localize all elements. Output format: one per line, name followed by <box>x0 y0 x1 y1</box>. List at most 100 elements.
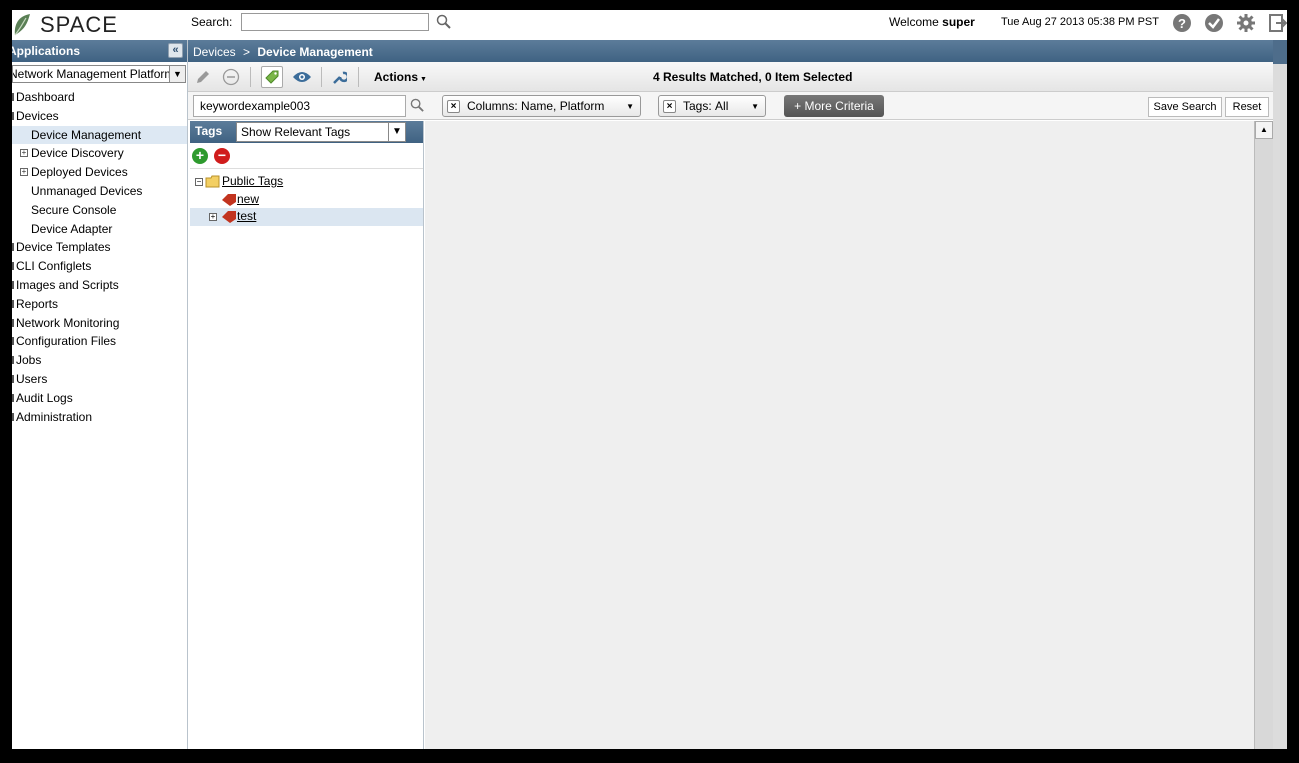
search-icon[interactable] <box>436 14 452 30</box>
sidebar-item-label: Unmanaged Devices <box>31 183 143 198</box>
columns-filter-label: Columns: <box>467 99 518 113</box>
sidebar-item-device-management[interactable]: Device Management <box>12 125 187 145</box>
sidebar-item-reports[interactable]: Reports <box>12 295 187 314</box>
chevron-down-icon: ▼ <box>420 76 427 83</box>
sidebar-item-label: Images and Scripts <box>16 277 119 292</box>
chevron-down-icon[interactable]: ▼ <box>751 102 759 111</box>
sidebar-item-secure-console[interactable]: Secure Console <box>12 201 187 220</box>
application-select-value: Network Management Platform <box>12 67 175 81</box>
tags-view-select[interactable]: Show Relevant Tags ▼ <box>236 122 406 142</box>
chevron-down-icon[interactable]: ▼ <box>169 66 185 82</box>
sidebar-item-label: Device Discovery <box>31 146 124 161</box>
tree-node-new[interactable]: new <box>190 191 423 209</box>
chevron-down-icon[interactable]: ▼ <box>388 123 405 141</box>
delete-icon[interactable] <box>220 66 242 88</box>
sidebar-item-label: Jobs <box>16 353 42 368</box>
columns-filter-pill[interactable]: × Columns: Name, Platform ▼ <box>442 95 641 117</box>
more-criteria-button[interactable]: + More Criteria <box>784 95 884 117</box>
sidebar-item-images-and-scripts[interactable]: Images and Scripts <box>12 276 187 295</box>
global-search-label: Search: <box>191 15 233 29</box>
toolbar: Actions ▼ 4 Results Matched, 0 Item Selec… <box>188 62 1273 92</box>
view-icon[interactable] <box>291 66 313 88</box>
results-content-area <box>425 121 1254 749</box>
sidebar-item-label: Reports <box>16 296 59 311</box>
sidebar-item-device-adapter[interactable]: Device Adapter <box>12 220 187 239</box>
sidebar-item-cli-configlets[interactable]: CLI Configlets <box>12 257 187 276</box>
folder-icon <box>205 175 220 188</box>
keyword-search-input[interactable] <box>193 95 406 117</box>
vertical-scrollbar[interactable]: ▲ <box>1254 121 1273 749</box>
app-name: SPACE <box>40 12 118 37</box>
sidebar-item-label: Device Adapter <box>31 221 113 236</box>
sidebar-item-label: Device Management <box>31 127 142 142</box>
right-side-panel-strip <box>1273 40 1287 749</box>
chevron-down-icon[interactable]: ▼ <box>626 102 634 111</box>
sidebar-item-label: Audit Logs <box>16 390 73 405</box>
username: super <box>942 15 975 29</box>
wrench-icon[interactable] <box>328 66 350 88</box>
sidebar-item-users[interactable]: Users <box>12 370 187 389</box>
gear-icon[interactable] <box>1236 13 1256 33</box>
leaf-logo-icon <box>14 14 30 36</box>
logout-icon[interactable] <box>1268 13 1287 33</box>
toolbar-separator <box>321 67 322 87</box>
tree-node-test[interactable]: + test <box>190 208 423 226</box>
sidebar-item-configuration-files[interactable]: Configuration Files <box>12 332 187 351</box>
tree-node-public-tags[interactable]: − Public Tags <box>190 173 423 191</box>
help-icon[interactable]: ? <box>1172 13 1192 33</box>
tags-panel: Tags Show Relevant Tags ▼ + − − Public T… <box>190 121 424 749</box>
breadcrumb-parent[interactable]: Devices <box>193 45 236 59</box>
sidebar-item-label: Deployed Devices <box>31 165 128 180</box>
remove-filter-icon[interactable]: × <box>447 99 460 113</box>
sidebar-item-network-monitoring[interactable]: Network Monitoring <box>12 314 187 333</box>
application-select[interactable]: Network Management Platform ▼ <box>12 65 186 83</box>
global-search-input[interactable] <box>241 13 429 31</box>
sidebar-item-deployed-devices[interactable]: + Deployed Devices <box>12 163 187 182</box>
expand-node-icon[interactable]: + <box>20 168 28 177</box>
tag-test-link[interactable]: test <box>237 208 256 225</box>
right-panel-toggle[interactable] <box>1273 40 1287 64</box>
sidebar-item-label: Dashboard <box>16 90 75 104</box>
toolbar-separator <box>250 67 251 87</box>
top-header: SPACE Search: Welcome super Tue Aug 27 2… <box>12 10 1287 40</box>
tags-filter-value: All <box>715 99 729 113</box>
tag-icon[interactable] <box>261 66 283 88</box>
sidebar-item-devices[interactable]: Devices <box>12 107 187 126</box>
sidebar-item-label: Users <box>16 371 48 386</box>
tag-icon <box>222 211 236 223</box>
result-count-text: 4 Results Matched, 0 Item Selected <box>653 70 853 84</box>
sidebar-item-jobs[interactable]: Jobs <box>12 351 187 370</box>
tag-new-link[interactable]: new <box>237 191 259 208</box>
collapse-sidebar-icon[interactable]: « <box>168 43 183 58</box>
sidebar-item-device-templates[interactable]: Device Templates <box>12 238 187 257</box>
sidebar-item-unmanaged-devices[interactable]: Unmanaged Devices <box>12 182 187 201</box>
tags-tree: − Public Tags new + test <box>190 169 423 226</box>
add-tag-icon[interactable]: + <box>192 148 208 164</box>
search-icon[interactable] <box>410 98 425 113</box>
remove-filter-icon[interactable]: × <box>663 99 676 113</box>
application-window: SPACE Search: Welcome super Tue Aug 27 2… <box>12 10 1287 749</box>
scroll-up-icon[interactable]: ▲ <box>1255 121 1273 139</box>
expand-node-icon[interactable]: + <box>209 213 217 221</box>
current-datetime: Tue Aug 27 2013 05:38 PM PST <box>1001 16 1159 28</box>
remove-tag-icon[interactable]: − <box>214 148 230 164</box>
tags-header: Tags Show Relevant Tags ▼ <box>190 121 423 143</box>
tags-filter-pill[interactable]: × Tags: All ▼ <box>658 95 766 117</box>
sidebar-item-audit-logs[interactable]: Audit Logs <box>12 389 187 408</box>
save-search-button[interactable]: Save Search <box>1148 97 1222 117</box>
applications-header: Applications « <box>12 40 187 62</box>
sidebar-item-dashboard[interactable]: Dashboard <box>12 88 187 107</box>
sidebar-item-administration[interactable]: Administration <box>12 408 187 427</box>
sidebar-item-label: CLI Configlets <box>16 259 92 274</box>
check-icon[interactable] <box>1204 13 1224 33</box>
tag-actions: + − <box>190 143 423 169</box>
reset-button[interactable]: Reset <box>1225 97 1269 117</box>
space-logo: SPACE <box>12 12 118 38</box>
edit-icon[interactable] <box>192 66 214 88</box>
expand-node-icon[interactable]: + <box>20 149 28 158</box>
public-tags-link[interactable]: Public Tags <box>222 173 283 190</box>
sidebar-item-device-discovery[interactable]: + Device Discovery <box>12 144 187 163</box>
sidebar-item-label: Configuration Files <box>16 334 117 349</box>
actions-menu-button[interactable]: Actions ▼ <box>374 70 427 84</box>
collapse-node-icon[interactable]: − <box>195 178 203 186</box>
